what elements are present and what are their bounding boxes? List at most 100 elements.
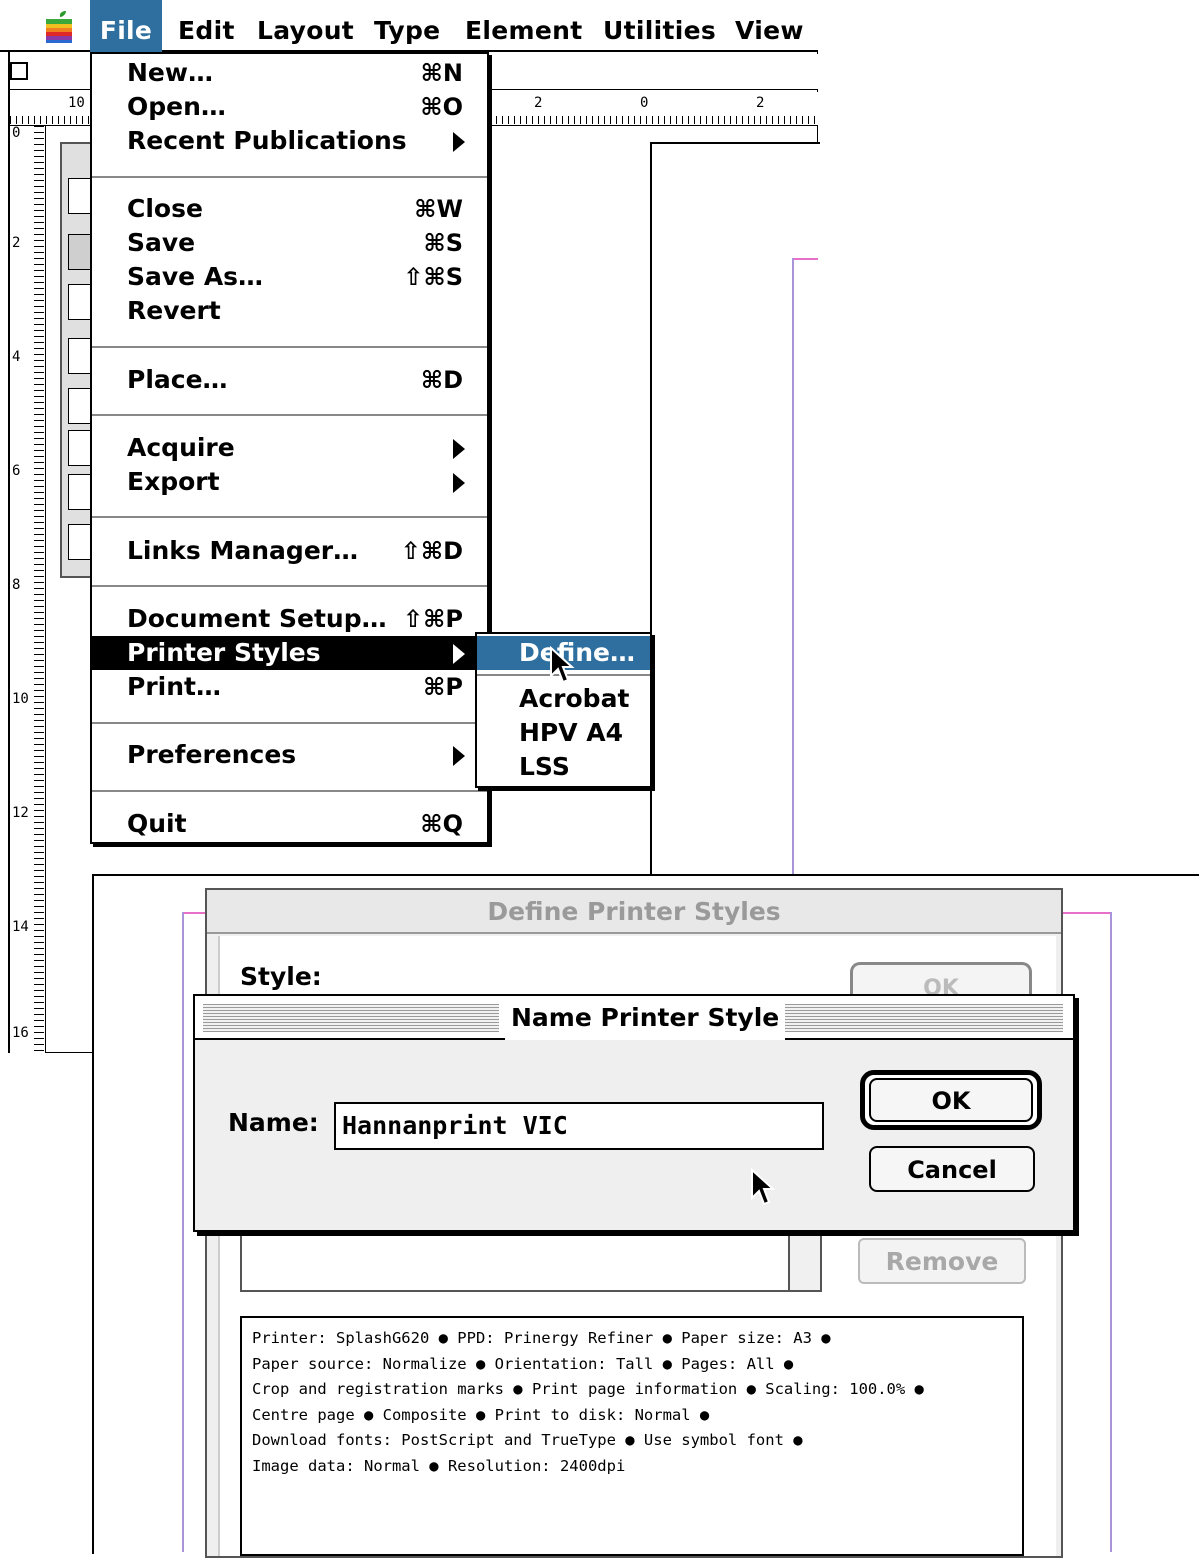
- menu-item-recent-publications[interactable]: Recent Publications: [92, 124, 487, 158]
- ruler-label: 2: [756, 95, 765, 111]
- menu-item-label: Acquire: [127, 433, 235, 462]
- menu-item-links-manager[interactable]: Links Manager… ⇧⌘D: [92, 534, 487, 568]
- menu-separator: [92, 790, 487, 792]
- ruler-label: 2: [534, 95, 543, 111]
- menu-item-place[interactable]: Place… ⌘D: [92, 363, 487, 397]
- menu-item-label: Save As…: [127, 262, 264, 291]
- margin-guide: [182, 912, 184, 1552]
- margin-guide: [1110, 912, 1112, 1552]
- menu-separator: [92, 516, 487, 518]
- submenu-arrow-icon: [453, 473, 465, 493]
- ruler-label: 0: [640, 95, 649, 111]
- menu-item-preferences[interactable]: Preferences: [92, 738, 487, 772]
- submenu-arrow-icon: [453, 746, 465, 766]
- shortcut-label: ⌘S: [423, 229, 463, 257]
- pasteboard-guide: [1060, 912, 1112, 914]
- ruler-label: 10: [68, 95, 85, 111]
- menu-item-close[interactable]: Close ⌘W: [92, 192, 487, 226]
- menu-item-label: Recent Publications: [127, 126, 407, 155]
- menu-bar: File Edit Layout Type Element Utilities …: [0, 0, 818, 52]
- shortcut-label: ⌘D: [420, 366, 463, 394]
- info-line: Download fonts: PostScript and TrueType …: [252, 1431, 803, 1450]
- menu-item-label: New…: [127, 58, 213, 87]
- menu-layout[interactable]: Layout: [257, 0, 354, 52]
- vertical-ruler[interactable]: 0 2 4 6 8 10 12 14 16: [10, 126, 46, 1053]
- submenu-item-hpv-a4[interactable]: HPV A4: [477, 716, 650, 750]
- menu-item-save[interactable]: Save ⌘S: [92, 226, 487, 260]
- ruler-label: 6: [12, 463, 21, 479]
- menu-item-document-setup[interactable]: Document Setup… ⇧⌘P: [92, 602, 487, 636]
- submenu-item-label: Acrobat: [519, 684, 630, 713]
- ruler-label: 4: [12, 349, 21, 365]
- shortcut-label: ⌘W: [414, 195, 463, 223]
- menu-item-label: Place…: [127, 365, 228, 394]
- menu-file[interactable]: File: [90, 0, 162, 52]
- menu-utilities[interactable]: Utilities: [603, 0, 716, 52]
- menu-edit[interactable]: Edit: [178, 0, 235, 52]
- title-stripes: [761, 1004, 1063, 1032]
- submenu-item-acrobat[interactable]: Acrobat: [477, 682, 650, 716]
- submenu-arrow-icon: [453, 644, 465, 664]
- menu-separator: [92, 585, 487, 587]
- ruler-label: 2: [12, 235, 21, 251]
- menu-item-label: Links Manager…: [127, 536, 359, 565]
- shortcut-label: ⌘Q: [420, 810, 463, 838]
- ruler-label: 16: [12, 1025, 29, 1041]
- ruler-label: 14: [12, 919, 29, 935]
- page-area[interactable]: [650, 142, 820, 882]
- style-list-scrollbar[interactable]: [788, 1228, 822, 1292]
- menu-item-printer-styles[interactable]: Printer Styles: [92, 636, 487, 670]
- ruler-label: 8: [12, 577, 21, 593]
- menu-separator: [92, 414, 487, 416]
- menu-view[interactable]: View: [735, 0, 804, 52]
- menu-item-label: Print…: [127, 672, 221, 701]
- margin-guide: [792, 258, 794, 878]
- menu-item-revert[interactable]: Revert: [92, 294, 487, 328]
- info-line: Image data: Normal ● Resolution: 2400dpi: [252, 1456, 626, 1475]
- menu-item-label: Printer Styles: [127, 638, 321, 667]
- shortcut-label: ⇧⌘D: [400, 537, 463, 565]
- remove-button[interactable]: Remove: [858, 1238, 1026, 1284]
- menu-item-save-as[interactable]: Save As… ⇧⌘S: [92, 260, 487, 294]
- info-line: Printer: SplashG620 ● PPD: Prinergy Refi…: [252, 1329, 831, 1347]
- info-line: Centre page ● Composite ● Print to disk:…: [252, 1405, 710, 1424]
- menu-separator: [92, 176, 487, 178]
- menu-item-label: Close: [127, 194, 203, 223]
- name-input[interactable]: Hannanprint VIC: [334, 1102, 824, 1150]
- submenu-arrow-icon: [453, 132, 465, 152]
- apple-icon[interactable]: [44, 10, 74, 44]
- style-info-box: Printer: SplashG620 ● PPD: Prinergy Refi…: [240, 1316, 1024, 1556]
- submenu-item-label: LSS: [519, 752, 570, 781]
- style-list[interactable]: [240, 1228, 822, 1292]
- cancel-button[interactable]: Cancel: [869, 1146, 1035, 1192]
- menu-item-new[interactable]: New… ⌘N: [92, 56, 487, 90]
- ok-button[interactable]: OK: [869, 1078, 1033, 1122]
- menu-item-label: Document Setup…: [127, 604, 387, 633]
- menu-item-label: Preferences: [127, 740, 297, 769]
- menu-item-label: Quit: [127, 809, 187, 838]
- submenu-item-label: Define…: [519, 638, 635, 667]
- file-menu: New… ⌘N Open… ⌘O Recent Publications Close…: [90, 52, 489, 844]
- submenu-item-lss[interactable]: LSS: [477, 750, 650, 784]
- menu-item-label: Export: [127, 467, 220, 496]
- mouse-pointer-icon: [751, 1168, 776, 1206]
- ruler-label: 0: [12, 125, 21, 141]
- shortcut-label: ⇧⌘P: [403, 605, 463, 633]
- info-line: Crop and registration marks ● Print page…: [252, 1380, 924, 1399]
- dialog-title: Define Printer Styles: [207, 890, 1061, 934]
- menu-item-open[interactable]: Open… ⌘O: [92, 90, 487, 124]
- submenu-item-label: HPV A4: [519, 718, 624, 747]
- menu-element[interactable]: Element: [465, 0, 582, 52]
- menu-item-acquire[interactable]: Acquire: [92, 431, 487, 465]
- menu-item-label: Open…: [127, 92, 226, 121]
- menu-item-label: Save: [127, 228, 196, 257]
- info-line: Paper source: Normalize ● Orientation: T…: [252, 1354, 794, 1373]
- shortcut-label: ⌘P: [423, 673, 463, 701]
- mouse-pointer-icon: [550, 646, 575, 684]
- menu-item-export[interactable]: Export: [92, 465, 487, 499]
- menu-item-quit[interactable]: Quit ⌘Q: [92, 807, 487, 841]
- shortcut-label: ⌘O: [420, 93, 463, 121]
- close-box-icon[interactable]: [10, 62, 28, 80]
- menu-item-print[interactable]: Print… ⌘P: [92, 670, 487, 704]
- menu-type[interactable]: Type: [374, 0, 440, 52]
